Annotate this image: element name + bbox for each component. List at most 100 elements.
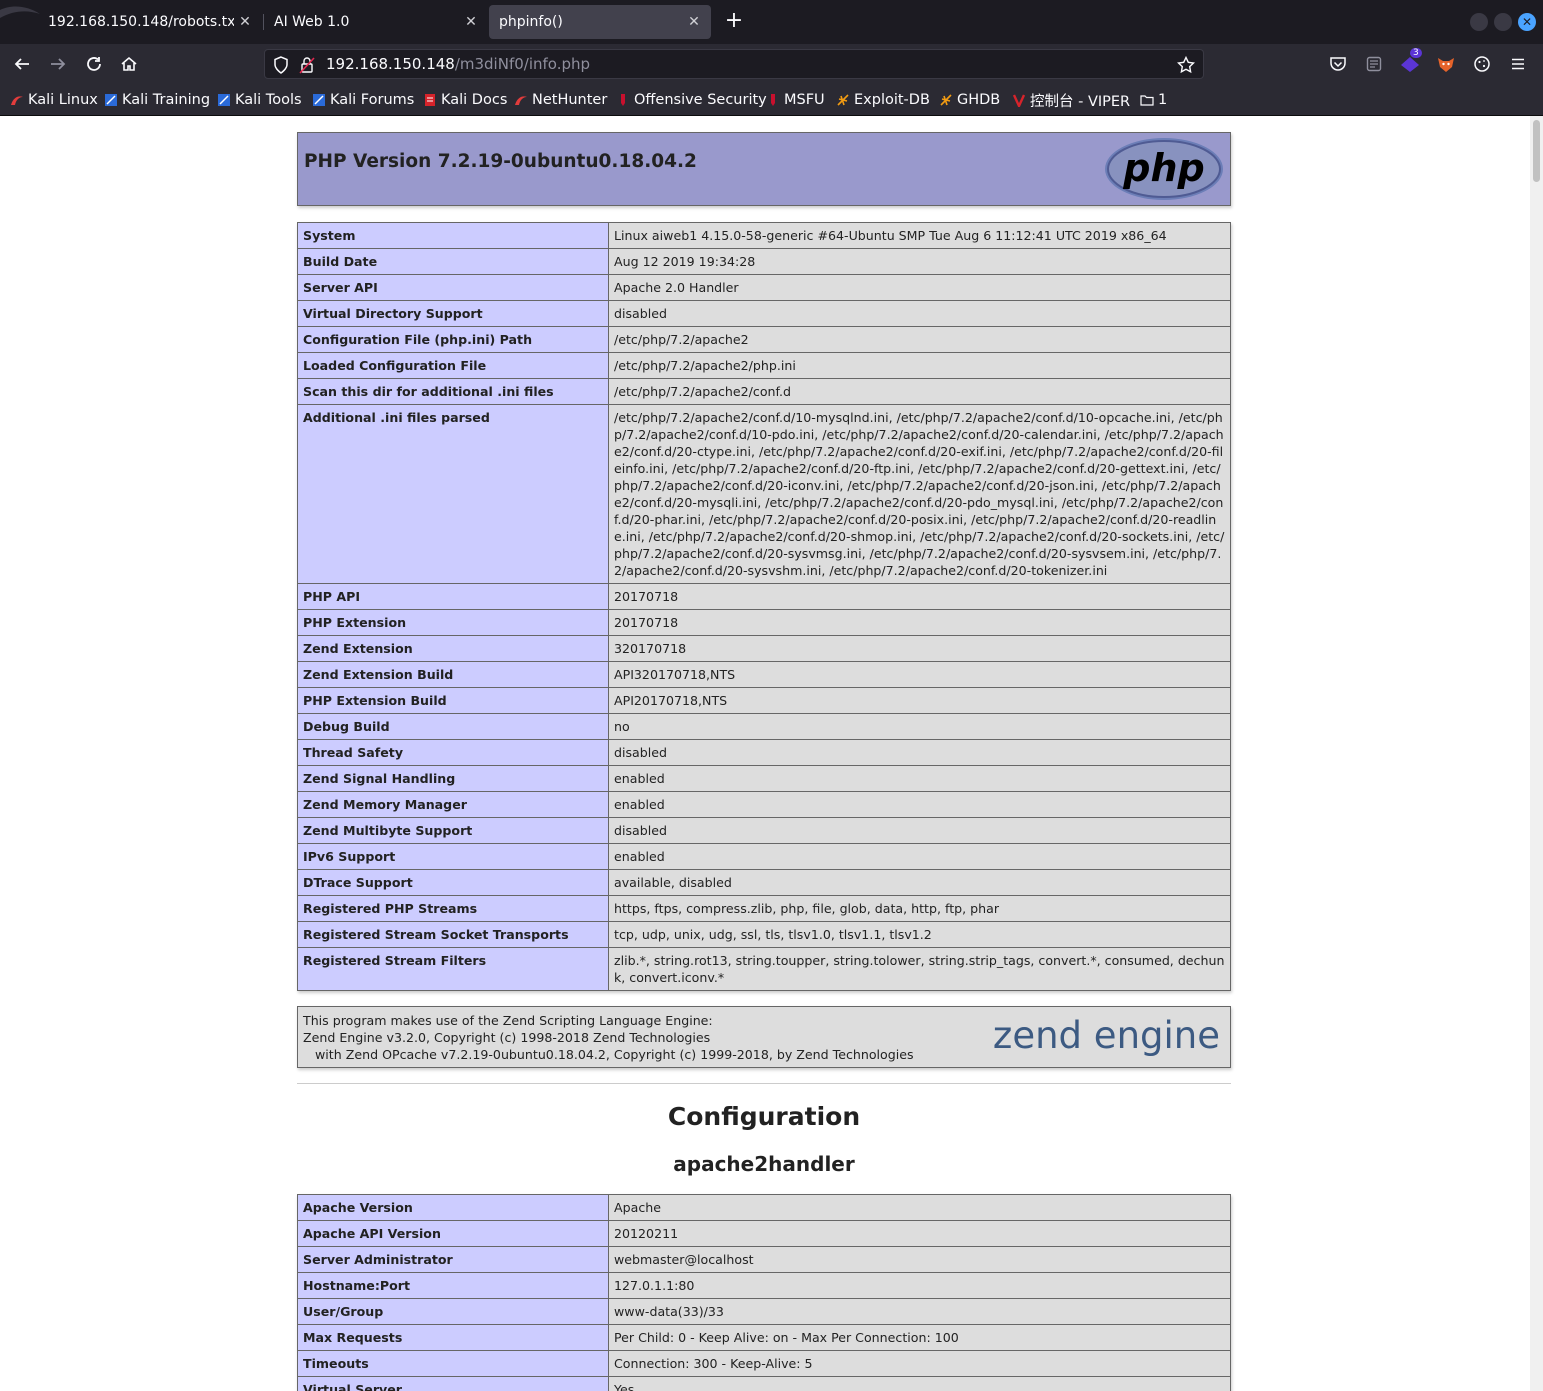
bookmark-kali-docs[interactable]: Kali Docs <box>423 90 507 110</box>
table-row: Loaded Configuration File/etc/php/7.2/ap… <box>297 352 1231 379</box>
foxyproxy-button[interactable] <box>1434 52 1458 76</box>
scrollbar-thumb[interactable] <box>1533 120 1540 182</box>
bookmark-kali-forums[interactable]: Kali Forums <box>312 90 414 110</box>
page-scrollbar[interactable] <box>1530 116 1543 1391</box>
table-row: Timeouts Connection: 300 - Keep-Alive: 5 <box>297 1350 1231 1377</box>
table-row: Scan this dir for additional .ini files /… <box>297 378 1231 405</box>
horizontal-rule <box>297 1083 1231 1084</box>
directive-name: Configuration File (php.ini) Path <box>297 326 609 353</box>
bookmark-exploit-db[interactable]: Exploit-DB <box>836 90 930 110</box>
zend-engine-logo[interactable]: zend engine <box>970 1012 1225 1062</box>
directive-name: PHP API <box>297 583 609 610</box>
kali-dragon-decoration <box>0 6 40 18</box>
directive-name: Loaded Configuration File <box>297 352 609 379</box>
directive-name: Apache Version <box>297 1194 609 1221</box>
home-button[interactable] <box>117 52 141 76</box>
tab-ai-web[interactable]: AI Web 1.0 ✕ <box>264 5 488 39</box>
table-row: Zend Multibyte Support disabled <box>297 817 1231 844</box>
table-row: Configuration File (php.ini) Path/etc/ph… <box>297 326 1231 353</box>
bookmark-kali-linux[interactable]: Kali Linux <box>10 90 98 110</box>
forward-arrow-icon <box>51 58 66 70</box>
bookmark-folder[interactable]: 1 <box>1140 90 1167 110</box>
exploit-db-spider-icon <box>837 94 849 106</box>
url-bar[interactable]: 192.168.150.148/m3diNf0/info.php <box>264 49 1204 79</box>
url-host: 192.168.150.148 <box>326 55 455 73</box>
reader-extension-button[interactable] <box>1362 52 1386 76</box>
directive-name: Registered PHP Streams <box>297 895 609 922</box>
tracking-shield-icon[interactable] <box>273 56 289 74</box>
tab-label: phpinfo() <box>499 14 563 30</box>
back-button[interactable] <box>10 52 34 76</box>
directive-value: enabled <box>608 791 1231 818</box>
cookie-extension-button[interactable] <box>1470 52 1494 76</box>
table-row: Thread Safety disabled <box>297 739 1231 766</box>
directive-value: Apache <box>608 1194 1231 1221</box>
directive-value: 20120211 <box>608 1220 1231 1247</box>
bookmark-label: 控制台 - VIPER <box>1030 93 1131 110</box>
tab-robots[interactable]: 192.168.150.148/robots.txt ✕ <box>38 5 262 39</box>
window-close-button[interactable]: ✕ <box>1518 13 1536 31</box>
php-logo-text: php <box>1122 146 1204 190</box>
kali-tools-icon <box>218 94 230 106</box>
insecure-lock-icon[interactable] <box>299 56 315 74</box>
directive-value: no <box>608 713 1231 740</box>
directive-value: /etc/php/7.2/apache2 <box>608 326 1231 353</box>
close-icon[interactable]: ✕ <box>460 14 482 30</box>
directive-name: PHP Extension Build <box>297 687 609 714</box>
new-tab-button[interactable]: + <box>722 10 746 34</box>
kali-docs-icon <box>425 94 435 106</box>
bookmark-msfu[interactable]: MSFU <box>766 90 825 110</box>
cookie-icon <box>1474 56 1490 72</box>
directive-name: Virtual Server <box>297 1376 609 1391</box>
bookmark-nethunter[interactable]: NetHunter <box>514 90 607 110</box>
directive-name: System <box>297 222 609 249</box>
directive-name: Zend Signal Handling <box>297 765 609 792</box>
bookmark-viper[interactable]: 控制台 - VIPER <box>1012 90 1130 110</box>
directive-name: PHP Extension <box>297 609 609 636</box>
table-row: Registered PHP Streams https, ftps, compr… <box>297 895 1231 922</box>
bookmark-offensive-security[interactable]: Offensive Security <box>616 90 767 110</box>
bookmark-kali-training[interactable]: Kali Training <box>104 90 210 110</box>
php-logo[interactable]: php <box>1104 137 1224 201</box>
zend-line: This program makes use of the Zend Scrip… <box>303 1013 713 1028</box>
page-viewport: PHP Version 7.2.19-0ubuntu0.18.04.2 php … <box>0 116 1530 1391</box>
forward-button[interactable] <box>46 52 70 76</box>
minimize-button[interactable] <box>1470 13 1488 31</box>
maximize-button[interactable] <box>1494 13 1512 31</box>
close-icon[interactable]: ✕ <box>234 14 256 30</box>
bookmark-ghdb[interactable]: GHDB <box>939 90 1000 110</box>
close-icon[interactable]: ✕ <box>683 14 705 30</box>
directive-name: Timeouts <box>297 1350 609 1377</box>
directive-name: Virtual Directory Support <box>297 300 609 327</box>
url-path: /m3diNf0/info.php <box>454 55 591 73</box>
zend-logo-text: zend engine <box>993 1014 1220 1057</box>
directive-value: 20170718 <box>608 583 1231 610</box>
directive-value: 20170718 <box>608 609 1231 636</box>
table-row: Registered Stream Filters zlib.*, string.… <box>297 947 1231 991</box>
directive-name: Build Date <box>297 248 609 275</box>
directive-value: webmaster@localhost <box>608 1246 1231 1273</box>
table-row: IPv6 Support enabled <box>297 843 1231 870</box>
table-row: PHP API 20170718 <box>297 583 1231 610</box>
directive-name: Max Requests <box>297 1324 609 1351</box>
bookmark-star-icon[interactable] <box>1177 56 1195 74</box>
tab-bar: 192.168.150.148/robots.txt ✕ AI Web 1.0 … <box>0 0 1543 44</box>
pocket-button[interactable] <box>1326 52 1350 76</box>
bookmark-label: Exploit-DB <box>854 92 930 108</box>
directive-value: tcp, udp, unix, udg, ssl, tls, tlsv1.0, … <box>608 921 1231 948</box>
directive-value: /etc/php/7.2/apache2/conf.d <box>608 378 1231 405</box>
kali-forums-icon <box>313 94 325 106</box>
apache-table-wrap: Apache Version Apache Apache API Version 20… <box>297 1194 1231 1391</box>
reload-button[interactable] <box>82 52 106 76</box>
pocket-icon <box>1330 57 1346 71</box>
apache2handler-heading: apache2handler <box>673 1152 855 1176</box>
extension-badge-button[interactable]: 3 <box>1398 48 1422 76</box>
bookmark-kali-tools[interactable]: Kali Tools <box>217 90 302 110</box>
table-row: Server Administrator webmaster@localhost <box>297 1246 1231 1273</box>
url-text[interactable]: 192.168.150.148/m3diNf0/info.php <box>326 55 590 73</box>
php-info-table-wrap: System Linux aiweb1 4.15.0-58-generic #64… <box>297 222 1231 991</box>
tab-phpinfo[interactable]: phpinfo() ✕ <box>489 5 711 39</box>
directive-value: Per Child: 0 - Keep Alive: on - Max Per … <box>608 1324 1231 1351</box>
table-row: Server API Apache 2.0 Handler <box>297 274 1231 301</box>
menu-button[interactable] <box>1506 52 1530 76</box>
